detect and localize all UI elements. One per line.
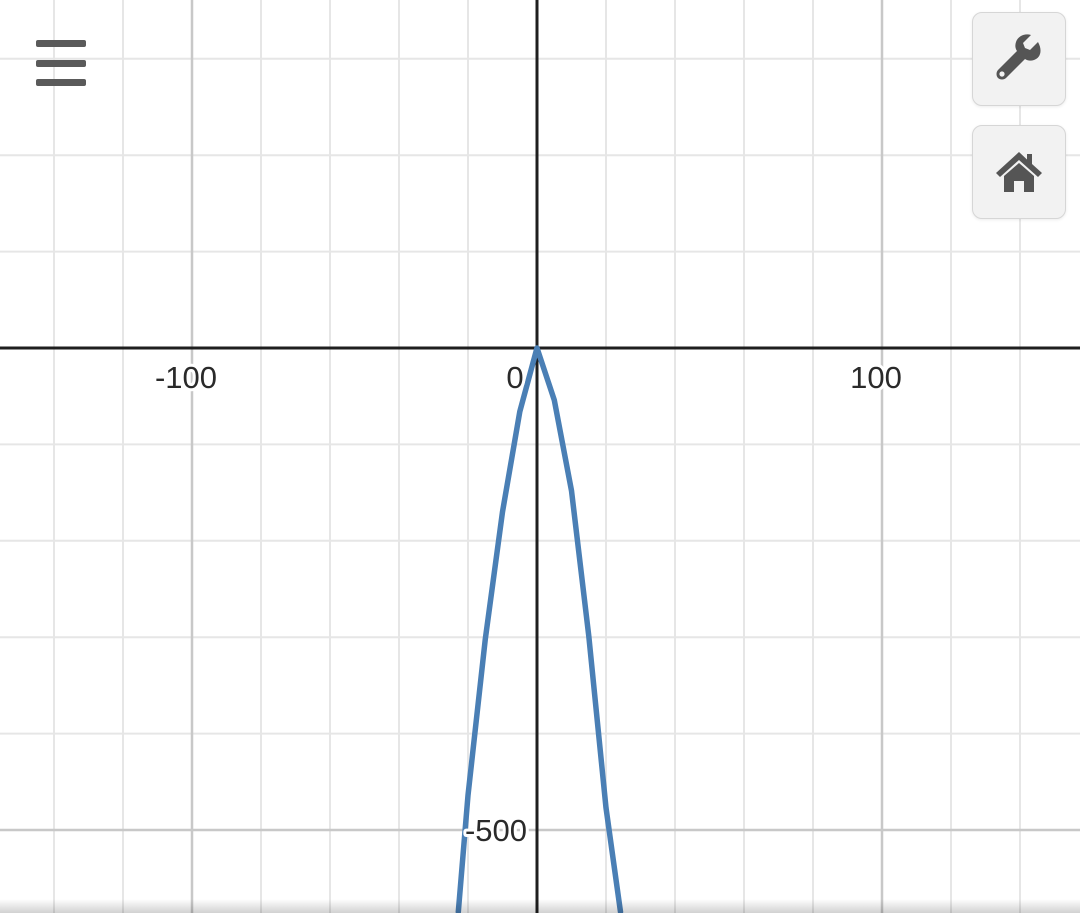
graph-settings-button[interactable] [972,12,1066,106]
x-tick-label: -100 [155,360,217,395]
x-tick-label: 0 [506,360,523,395]
menu-bar [36,59,86,67]
hamburger-menu-button[interactable] [30,36,92,90]
major-grid [0,0,1080,913]
x-tick-label: 100 [850,360,902,395]
y-tick-label: -500 [465,813,527,848]
graph-canvas[interactable]: -100 0 100 -500 [0,0,1080,913]
home-icon [996,152,1042,192]
minor-grid [0,0,1080,913]
wrench-icon [996,34,1041,80]
axes [0,0,1080,913]
home-button[interactable] [972,125,1066,219]
tick-labels: -100 0 100 -500 [152,357,905,851]
bottom-shadow [0,899,1080,913]
menu-bar [36,40,86,47]
menu-bar [36,79,86,86]
